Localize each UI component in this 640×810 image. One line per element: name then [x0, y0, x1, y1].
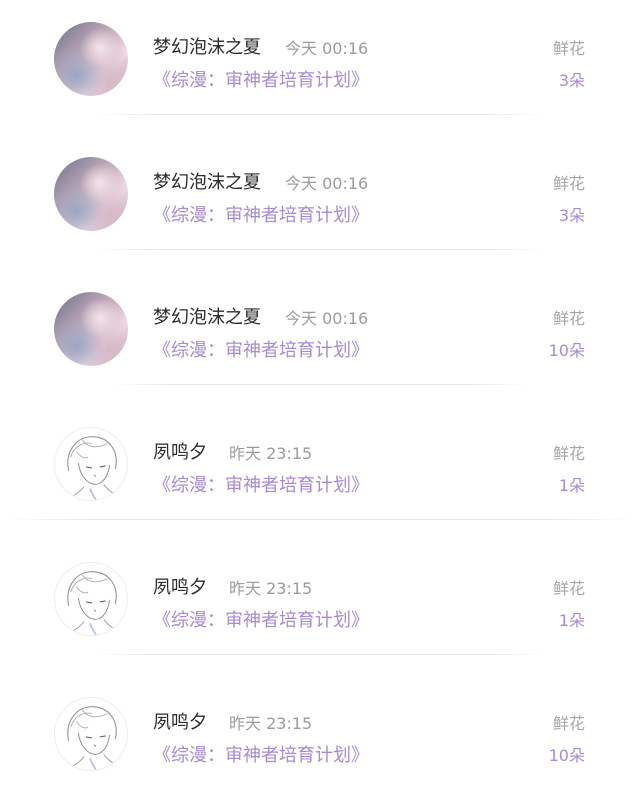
username[interactable]: 梦幻泡沫之夏 — [153, 168, 261, 194]
username[interactable]: 梦幻泡沫之夏 — [153, 303, 261, 329]
sketch-avatar-icon — [66, 571, 122, 635]
sketch-avatar-icon — [66, 436, 122, 500]
user-avatar[interactable] — [54, 22, 128, 96]
gift-count: 3朵 — [558, 71, 585, 90]
timestamp: 今天 00:16 — [285, 309, 369, 328]
username[interactable]: 梦幻泡沫之夏 — [153, 33, 261, 59]
book-title[interactable]: 《综漫：审神者培育计划》 — [153, 471, 369, 497]
divider — [95, 249, 545, 250]
user-avatar[interactable] — [54, 427, 128, 501]
timestamp: 昨天 23:15 — [229, 579, 313, 598]
gift-count: 3朵 — [558, 206, 585, 225]
book-title[interactable]: 《综漫：审神者培育计划》 — [153, 741, 369, 767]
username[interactable]: 夙鸣夕 — [153, 438, 207, 464]
gift-type: 鲜花 — [552, 714, 585, 733]
sketch-avatar-icon — [66, 706, 122, 770]
divider — [110, 384, 530, 385]
username[interactable]: 夙鸣夕 — [153, 708, 207, 734]
gift-record-item[interactable]: 夙鸣夕 昨天 23:15 《综漫：审神者培育计划》 鲜花 10朵 — [0, 675, 640, 810]
gift-type: 鲜花 — [552, 174, 585, 193]
gift-type: 鲜花 — [552, 39, 585, 58]
username[interactable]: 夙鸣夕 — [153, 573, 207, 599]
book-title[interactable]: 《综漫：审神者培育计划》 — [153, 201, 369, 227]
book-title[interactable]: 《综漫：审神者培育计划》 — [153, 606, 369, 632]
user-avatar[interactable] — [54, 697, 128, 771]
divider — [0, 519, 640, 520]
user-avatar[interactable] — [54, 562, 128, 636]
timestamp: 昨天 23:15 — [229, 714, 313, 733]
gift-count: 10朵 — [548, 746, 585, 765]
user-avatar[interactable] — [54, 292, 128, 366]
gift-count: 10朵 — [548, 341, 585, 360]
user-avatar[interactable] — [54, 157, 128, 231]
gift-count: 1朵 — [558, 611, 585, 630]
book-title[interactable]: 《综漫：审神者培育计划》 — [153, 66, 369, 92]
divider — [95, 114, 545, 115]
gift-type: 鲜花 — [552, 444, 585, 463]
timestamp: 今天 00:16 — [285, 174, 369, 193]
divider — [95, 654, 545, 655]
gift-count: 1朵 — [558, 476, 585, 495]
book-title[interactable]: 《综漫：审神者培育计划》 — [153, 336, 369, 362]
gift-type: 鲜花 — [552, 579, 585, 598]
timestamp: 昨天 23:15 — [229, 444, 313, 463]
timestamp: 今天 00:16 — [285, 39, 369, 58]
gift-type: 鲜花 — [552, 309, 585, 328]
gift-record-list: 梦幻泡沫之夏 今天 00:16 《综漫：审神者培育计划》 鲜花 3朵 梦幻泡沫之… — [0, 0, 640, 785]
